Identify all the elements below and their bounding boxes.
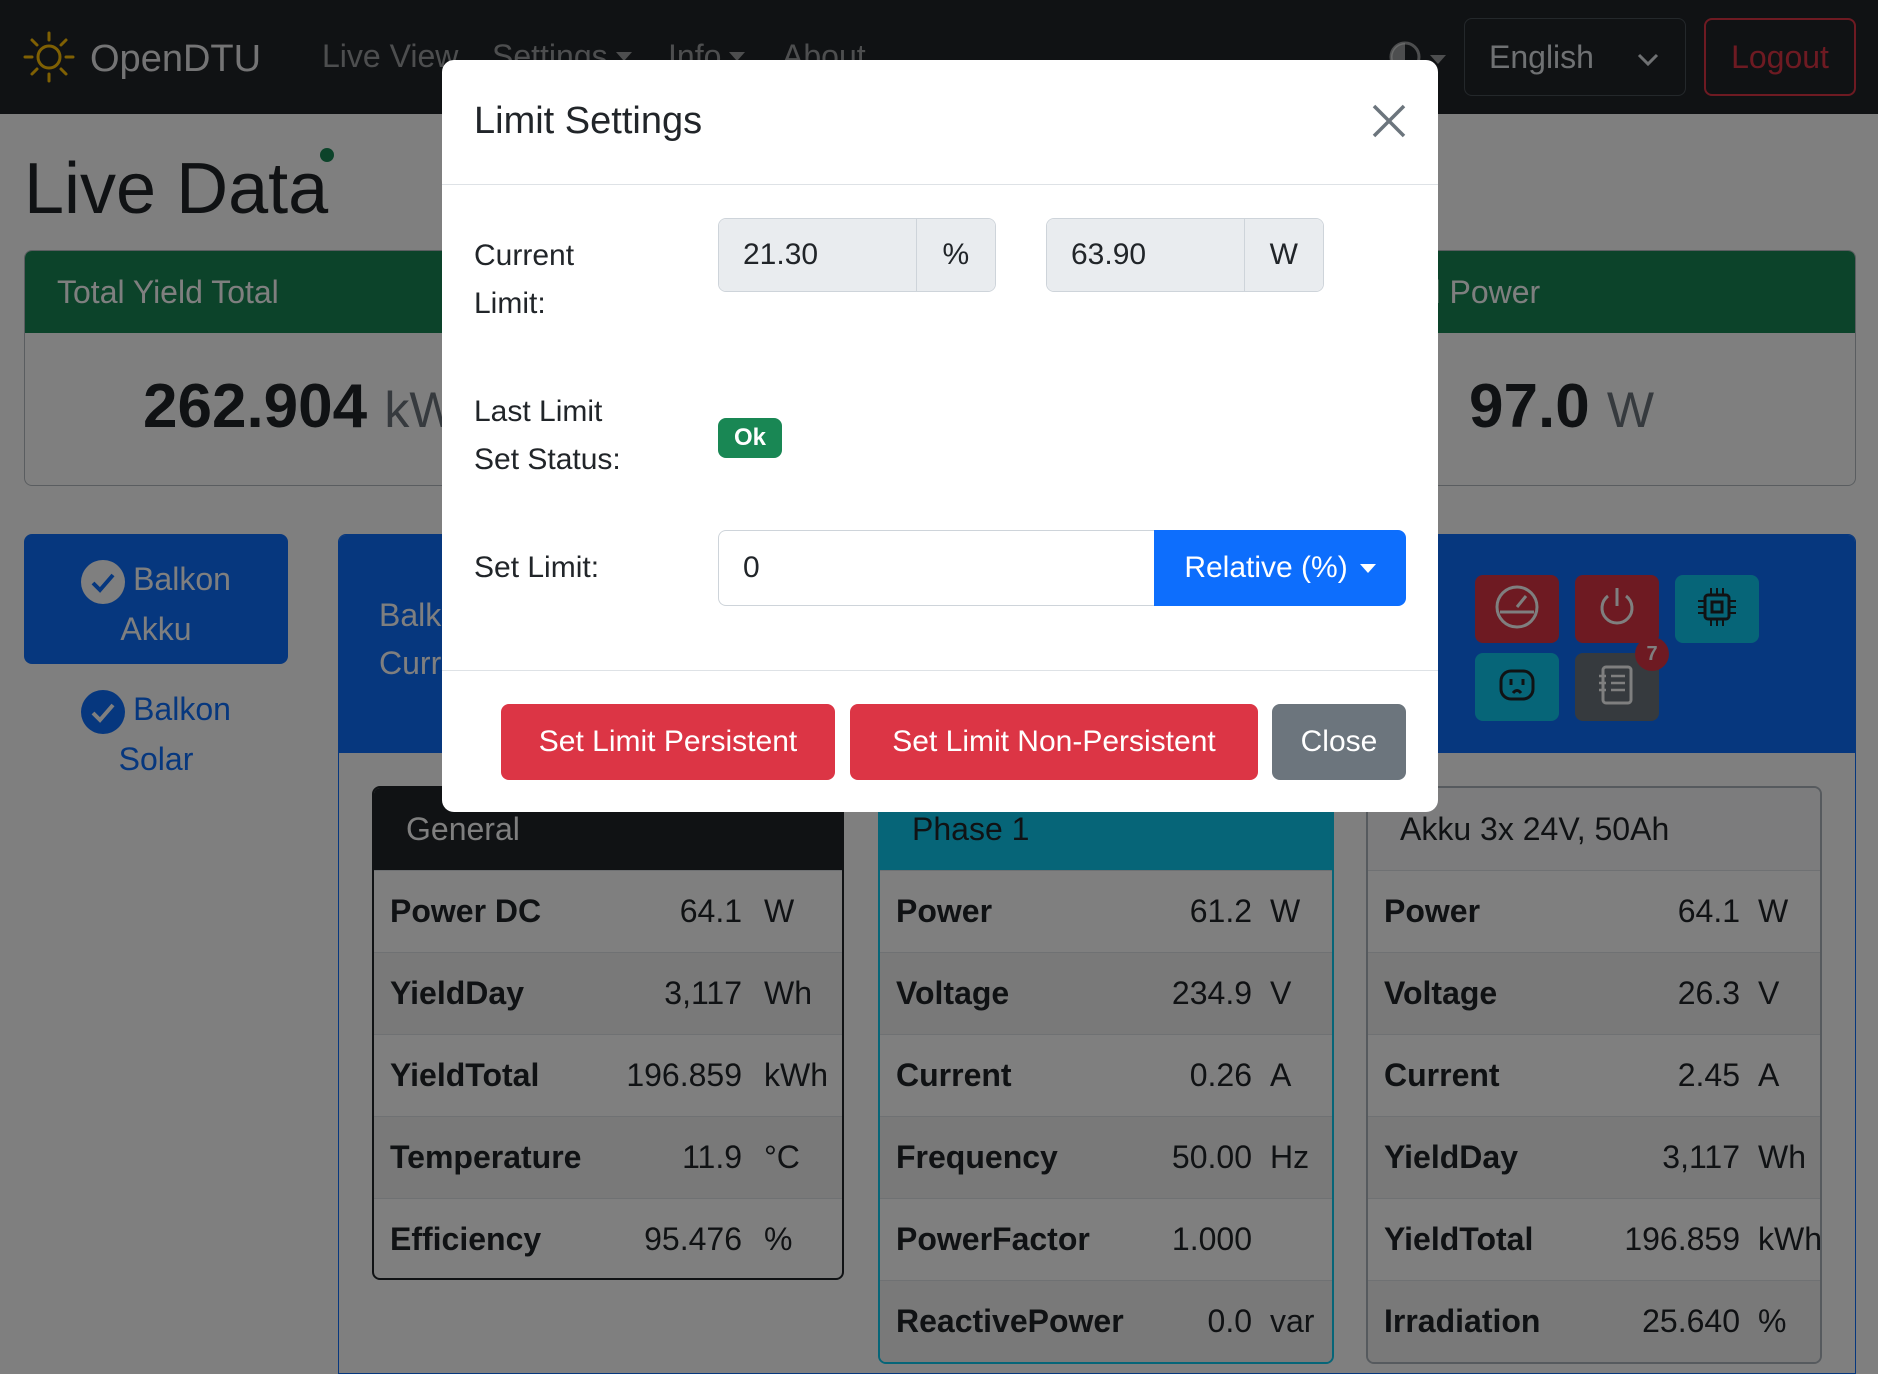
modal-footer-divider xyxy=(442,670,1438,671)
close-icon[interactable] xyxy=(1368,100,1410,142)
last-status-label: Last Limit Set Status: xyxy=(474,388,674,484)
current-limit-label-line1: Current xyxy=(474,239,575,272)
current-limit-percent-group: 21.30 % xyxy=(718,218,996,292)
current-limit-percent-field: 21.30 xyxy=(719,219,916,291)
set-limit-label: Set Limit: xyxy=(474,551,600,584)
percent-addon: % xyxy=(915,219,995,291)
close-button[interactable]: Close xyxy=(1272,704,1406,780)
watt-addon: W xyxy=(1243,219,1323,291)
current-limit-label: Current Limit: xyxy=(474,232,674,328)
current-limit-watt-group: 63.90 W xyxy=(1046,218,1324,292)
chevron-down-icon xyxy=(1359,563,1376,573)
current-limit-watt-field: 63.90 xyxy=(1047,219,1244,291)
limit-type-label: Relative (%) xyxy=(1184,551,1348,584)
modal-title: Limit Settings xyxy=(474,100,703,142)
current-limit-label-line2: Limit: xyxy=(474,287,546,320)
set-limit-input[interactable]: 0 xyxy=(718,530,1154,606)
limit-type-dropdown[interactable]: Relative (%) xyxy=(1154,530,1406,606)
modal-header-divider xyxy=(442,184,1438,185)
set-limit-persistent-button[interactable]: Set Limit Persistent xyxy=(501,704,835,780)
limit-settings-modal: Limit Settings Current Limit: 21.30 % 63… xyxy=(442,60,1438,812)
last-status-label-line1: Last Limit xyxy=(474,395,603,428)
set-limit-non-persistent-button[interactable]: Set Limit Non-Persistent xyxy=(850,704,1258,780)
last-status-label-line2: Set Status: xyxy=(474,443,621,476)
status-badge: Ok xyxy=(718,418,782,458)
